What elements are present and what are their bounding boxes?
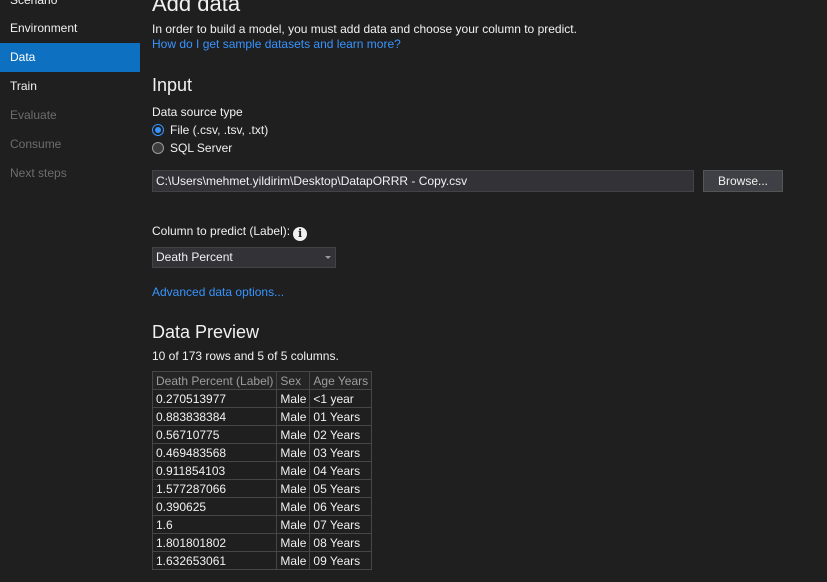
- table-header-row: Death Percent (Label) Sex Age Years: [151, 371, 373, 390]
- sidebar-item-environment[interactable]: Environment: [0, 14, 140, 43]
- table-cell: 1.632653061: [151, 551, 278, 570]
- table-row: 1.632653061 Male 09 Years: [151, 551, 373, 570]
- column-header: Death Percent (Label): [151, 371, 278, 390]
- sidebar-item-data[interactable]: Data: [0, 43, 140, 72]
- table-cell: 07 Years: [309, 515, 373, 534]
- chevron-down-icon: [325, 256, 331, 259]
- table-cell: 03 Years: [309, 443, 373, 462]
- info-icon[interactable]: i: [293, 227, 308, 241]
- table-row: 1.801801802 Male 08 Years: [151, 533, 373, 552]
- table-cell: 09 Years: [309, 551, 373, 570]
- table-cell: <1 year: [309, 389, 373, 408]
- sidebar-item-next-steps: Next steps: [10, 166, 67, 180]
- table-cell: 04 Years: [309, 461, 373, 480]
- table-cell: 06 Years: [309, 497, 373, 516]
- table-cell: Male: [276, 533, 311, 552]
- main-content: Add data In order to build a model, you …: [140, 0, 827, 582]
- sidebar-item-scenario[interactable]: Scenario: [0, 0, 140, 15]
- page-title: Add data: [152, 0, 241, 16]
- table-cell: 0.911854103: [151, 461, 278, 480]
- radio-file[interactable]: File (.csv, .tsv, .txt): [152, 122, 268, 138]
- table-cell: 0.469483568: [151, 443, 278, 462]
- page-description: In order to build a model, you must add …: [152, 22, 577, 36]
- sidebar-item-consume: Consume: [10, 137, 62, 151]
- label-column-selected: Death Percent: [156, 250, 233, 264]
- table-cell: 01 Years: [309, 407, 373, 426]
- sidebar-item-evaluate: Evaluate: [10, 108, 57, 122]
- table-cell: Male: [276, 443, 311, 462]
- table-cell: 08 Years: [309, 533, 373, 552]
- table-cell: Male: [276, 425, 311, 444]
- table-cell: 05 Years: [309, 479, 373, 498]
- help-link[interactable]: How do I get sample datasets and learn m…: [152, 37, 401, 51]
- table-cell: Male: [276, 389, 311, 408]
- column-header: Sex: [276, 371, 311, 390]
- radio-unselected-icon[interactable]: [152, 142, 164, 154]
- radio-selected-icon[interactable]: [152, 124, 164, 136]
- column-to-predict-row: Column to predict (Label): i: [152, 224, 308, 241]
- table-cell: Male: [276, 479, 311, 498]
- table-cell: Male: [276, 461, 311, 480]
- table-cell: Male: [276, 515, 311, 534]
- table-cell: 1.6: [151, 515, 278, 534]
- radio-sql-server-label: SQL Server: [170, 141, 233, 155]
- advanced-data-options-link[interactable]: Advanced data options...: [152, 285, 284, 299]
- table-cell: Male: [276, 551, 311, 570]
- table-row: 1.6 Male 07 Years: [151, 515, 373, 534]
- radio-file-label: File (.csv, .tsv, .txt): [170, 123, 269, 137]
- table-row: 1.577287066 Male 05 Years: [151, 479, 373, 498]
- table-cell: Male: [276, 407, 311, 426]
- column-header: Age Years: [309, 371, 373, 390]
- table-row: 0.911854103 Male 04 Years: [151, 461, 373, 480]
- input-section-title: Input: [152, 75, 193, 95]
- table-cell: 0.56710775: [151, 425, 278, 444]
- data-preview-summary: 10 of 173 rows and 5 of 5 columns.: [152, 349, 339, 363]
- table-row: 0.270513977 Male <1 year: [151, 389, 373, 408]
- table-cell: Male: [276, 497, 311, 516]
- label-column-dropdown[interactable]: Death Percent: [152, 247, 336, 268]
- data-source-type-label: Data source type: [152, 105, 243, 119]
- table-row: 0.469483568 Male 03 Years: [151, 443, 373, 462]
- table-cell: 0.270513977: [151, 389, 278, 408]
- table-cell: 02 Years: [309, 425, 373, 444]
- sidebar: Scenario Environment Data Train Evaluate…: [0, 0, 140, 582]
- data-preview-title: Data Preview: [152, 322, 260, 342]
- table-cell: 1.577287066: [151, 479, 278, 498]
- table-row: 0.56710775 Male 02 Years: [151, 425, 373, 444]
- file-path-input[interactable]: C:\Users\mehmet.yildirim\Desktop\DatapOR…: [152, 170, 694, 192]
- sidebar-item-train[interactable]: Train: [0, 72, 140, 101]
- column-to-predict-label: Column to predict (Label):: [152, 224, 291, 238]
- radio-sql-server[interactable]: SQL Server: [152, 140, 232, 156]
- browse-button[interactable]: Browse...: [703, 170, 783, 192]
- table-row: 0.390625 Male 06 Years: [151, 497, 373, 516]
- data-preview-table: Death Percent (Label) Sex Age Years 0.27…: [151, 371, 373, 570]
- table-cell: 0.390625: [151, 497, 278, 516]
- table-cell: 1.801801802: [151, 533, 278, 552]
- table-cell: 0.883838384: [151, 407, 278, 426]
- table-row: 0.883838384 Male 01 Years: [151, 407, 373, 426]
